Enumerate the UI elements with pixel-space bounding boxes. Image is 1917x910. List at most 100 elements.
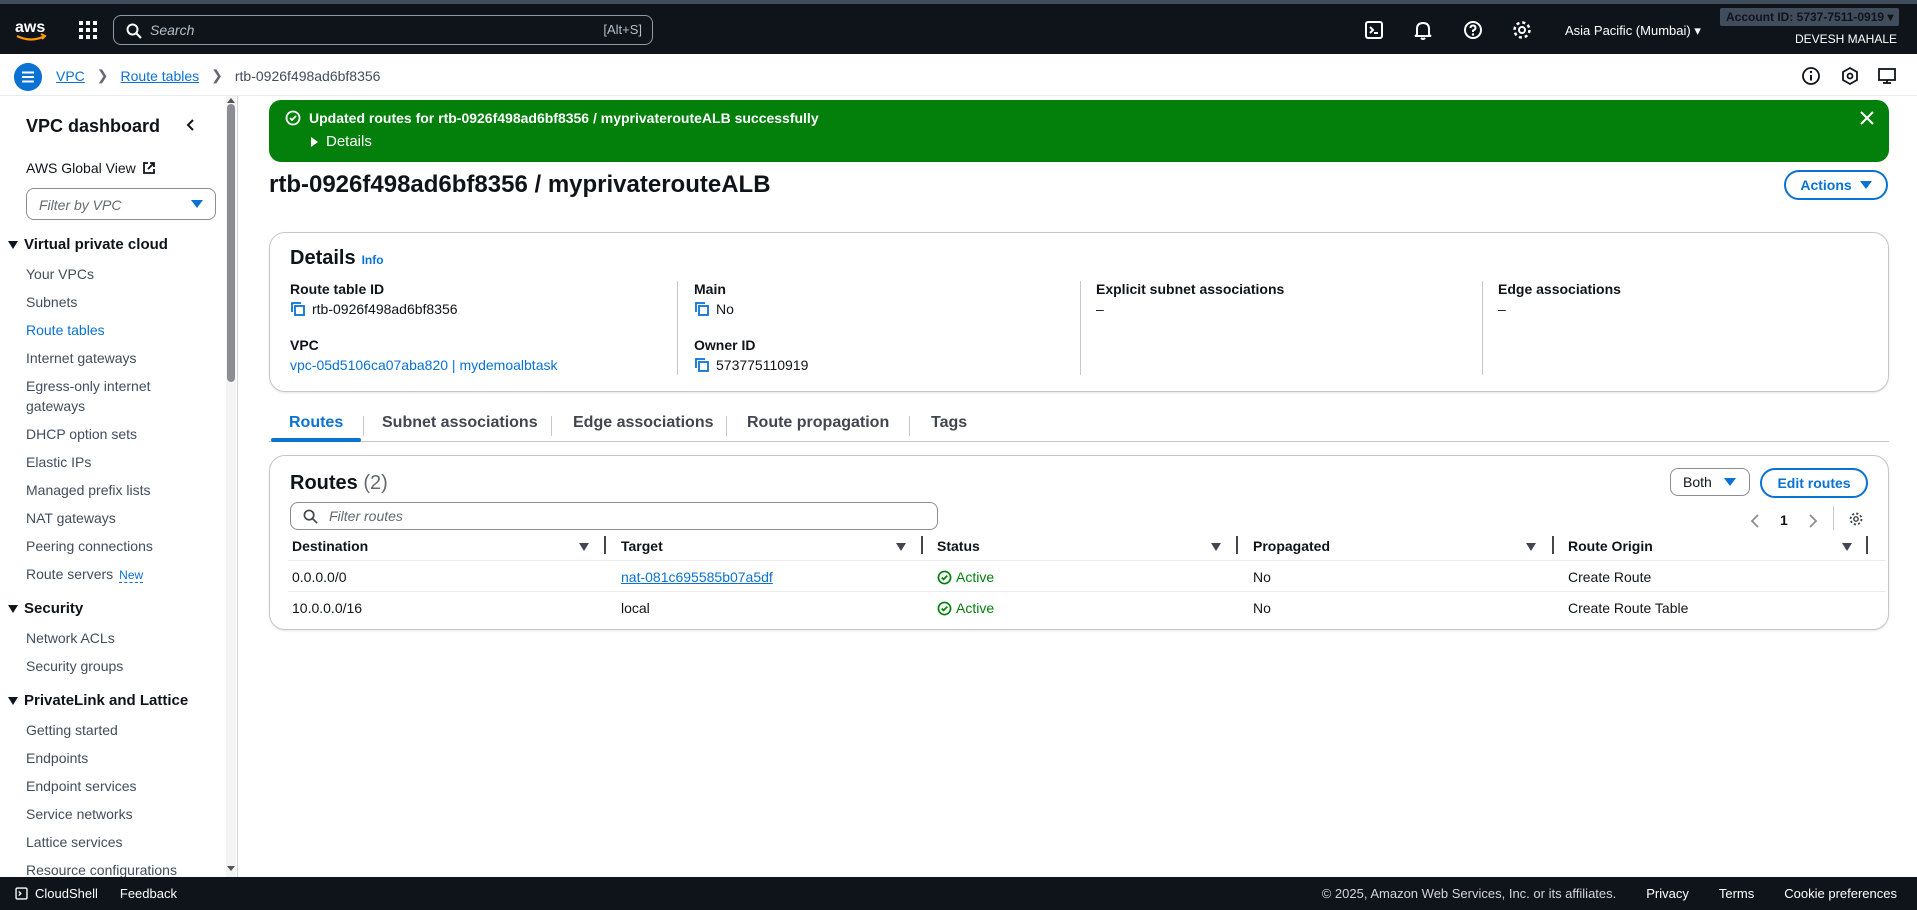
tab-subnet-associations[interactable]: Subnet associations xyxy=(382,414,538,432)
scroll-up-icon[interactable] xyxy=(227,98,235,103)
edit-routes-button[interactable]: Edit routes xyxy=(1760,468,1868,498)
tab-edge-associations[interactable]: Edge associations xyxy=(573,414,714,432)
actions-button[interactable]: Actions xyxy=(1784,170,1888,200)
sidebar-item-route-servers[interactable]: Route servers New xyxy=(26,564,206,585)
sidebar-item-elastic-ips[interactable]: Elastic IPs xyxy=(26,452,206,472)
flash-details-toggle[interactable]: Details xyxy=(311,133,372,150)
sidebar-item-nat-gateways[interactable]: NAT gateways xyxy=(26,508,206,528)
column-resizer[interactable] xyxy=(1866,536,1868,554)
route-type-select[interactable]: Both xyxy=(1670,468,1750,496)
sidebar-item-internet-gateways[interactable]: Internet gateways xyxy=(26,348,206,368)
sort-icon[interactable] xyxy=(1211,543,1221,551)
close-icon[interactable] xyxy=(1859,110,1875,126)
column-header-target[interactable]: Target xyxy=(621,538,663,554)
sidebar-item-lattice-services[interactable]: Lattice services xyxy=(26,832,206,852)
sidebar-item-resource-configurations[interactable]: Resource configurations xyxy=(26,860,206,877)
cell-status: Active xyxy=(937,600,994,616)
cloudshell-icon[interactable] xyxy=(1363,19,1385,41)
global-search[interactable]: [Alt+S] xyxy=(113,15,653,45)
filter-routes-input[interactable] xyxy=(329,507,889,525)
caret-down-icon xyxy=(8,696,18,705)
terms-link[interactable]: Terms xyxy=(1719,886,1754,901)
scroll-down-icon[interactable] xyxy=(227,866,235,871)
column-resizer[interactable] xyxy=(921,536,923,554)
column-header-destination[interactable]: Destination xyxy=(292,538,368,554)
sort-icon[interactable] xyxy=(1842,543,1852,551)
region-selector[interactable]: Asia Pacific (Mumbai) ▾ xyxy=(1565,23,1701,39)
column-resizer[interactable] xyxy=(604,536,606,554)
details-title: Details xyxy=(290,247,356,269)
sort-icon[interactable] xyxy=(579,543,589,551)
settings-icon[interactable] xyxy=(1840,66,1860,86)
sidebar-item-your-vpcs[interactable]: Your VPCs xyxy=(26,264,206,284)
copy-icon[interactable] xyxy=(694,301,710,317)
sidebar-item-route-tables[interactable]: Route tables xyxy=(26,320,206,340)
column-resizer[interactable] xyxy=(1552,536,1554,554)
filter-routes[interactable] xyxy=(290,502,938,530)
sidebar-item-egress-only-internet-gateways[interactable]: Egress-only internet gateways xyxy=(26,376,176,416)
search-input[interactable] xyxy=(150,20,550,40)
sidebar-item-managed-prefix-lists[interactable]: Managed prefix lists xyxy=(26,480,206,500)
sidebar-title[interactable]: VPC dashboard xyxy=(26,116,160,137)
details-container: Details Info Route table ID rtb-0926f498a… xyxy=(269,232,1889,392)
feedback-link[interactable]: Feedback xyxy=(120,886,177,901)
flash-details-label: Details xyxy=(326,133,372,150)
sidebar-item-peering-connections[interactable]: Peering connections xyxy=(26,536,206,556)
cell-propagated: No xyxy=(1253,569,1271,585)
account-menu[interactable]: Account ID: 5737-7511-0919 ▾ xyxy=(1720,8,1900,26)
column-header-propagated[interactable]: Propagated xyxy=(1253,538,1330,554)
chevron-right-icon[interactable] xyxy=(1808,514,1818,528)
bell-icon[interactable] xyxy=(1412,19,1434,41)
target-link[interactable]: nat-081c695585b07a5df xyxy=(621,569,773,585)
sidebar-item-security-groups[interactable]: Security groups xyxy=(26,656,206,676)
breadcrumb-route-tables[interactable]: Route tables xyxy=(121,68,200,84)
sort-icon[interactable] xyxy=(1526,543,1536,551)
sidebar-item-service-networks[interactable]: Service networks xyxy=(26,804,206,824)
info-icon[interactable] xyxy=(1801,66,1821,86)
chevron-left-icon[interactable] xyxy=(1750,514,1760,528)
sidebar-scrollbar-thumb[interactable] xyxy=(227,104,235,382)
sort-icon[interactable] xyxy=(896,543,906,551)
sidebar-item-getting-started[interactable]: Getting started xyxy=(26,720,206,740)
sidebar-item-endpoint-services[interactable]: Endpoint services xyxy=(26,776,206,796)
column-header-status[interactable]: Status xyxy=(937,538,980,554)
gear-icon[interactable] xyxy=(1848,511,1864,527)
cloudshell-label: CloudShell xyxy=(35,886,98,901)
menu-icon[interactable] xyxy=(14,63,42,91)
column-header-route-origin[interactable]: Route Origin xyxy=(1568,538,1653,554)
copy-icon[interactable] xyxy=(694,357,710,373)
tab-list: Routes Subnet associations Edge associat… xyxy=(269,408,1889,442)
column-resizer[interactable] xyxy=(1236,536,1238,554)
cookie-preferences-link[interactable]: Cookie preferences xyxy=(1784,886,1897,901)
section-title: PrivateLink and Lattice xyxy=(24,692,189,709)
sidebar-item-subnets[interactable]: Subnets xyxy=(26,292,206,312)
sidebar-item-dhcp-option-sets[interactable]: DHCP option sets xyxy=(26,424,206,444)
info-link[interactable]: Info xyxy=(362,253,384,267)
tab-routes[interactable]: Routes xyxy=(289,414,343,432)
gear-icon[interactable] xyxy=(1511,19,1533,41)
sidebar-item-global-view[interactable]: AWS Global View xyxy=(26,160,156,176)
tab-route-propagation[interactable]: Route propagation xyxy=(747,414,889,432)
collapse-icon[interactable] xyxy=(184,118,198,132)
help-icon[interactable] xyxy=(1462,19,1484,41)
app-grid-icon[interactable] xyxy=(79,21,97,39)
tab-tags[interactable]: Tags xyxy=(931,414,967,432)
page-number[interactable]: 1 xyxy=(1780,512,1788,528)
vpc-link[interactable]: vpc-05d5106ca07aba820 | mydemoalbtask xyxy=(290,357,557,373)
breadcrumb-vpc[interactable]: VPC xyxy=(56,68,85,84)
sidebar-item-endpoints[interactable]: Endpoints xyxy=(26,748,206,768)
external-link-icon xyxy=(142,162,155,174)
main-label: Main xyxy=(694,281,726,297)
cloudshell-icon xyxy=(15,887,28,900)
section-privatelink-and-lattice[interactable]: PrivateLink and Lattice xyxy=(8,692,188,709)
privacy-link[interactable]: Privacy xyxy=(1646,886,1689,901)
cloudshell-button[interactable]: CloudShell xyxy=(14,886,98,901)
sidebar-item-network-acls[interactable]: Network ACLs xyxy=(26,628,206,648)
display-icon[interactable] xyxy=(1877,66,1897,86)
aws-logo[interactable]: aws xyxy=(14,14,48,44)
section-security[interactable]: Security xyxy=(8,600,83,617)
username[interactable]: DEVESH MAHALE xyxy=(1795,32,1897,46)
vpc-filter-select[interactable]: Filter by VPC xyxy=(26,188,216,220)
section-virtual-private-cloud[interactable]: Virtual private cloud xyxy=(8,236,168,253)
copy-icon[interactable] xyxy=(290,301,306,317)
